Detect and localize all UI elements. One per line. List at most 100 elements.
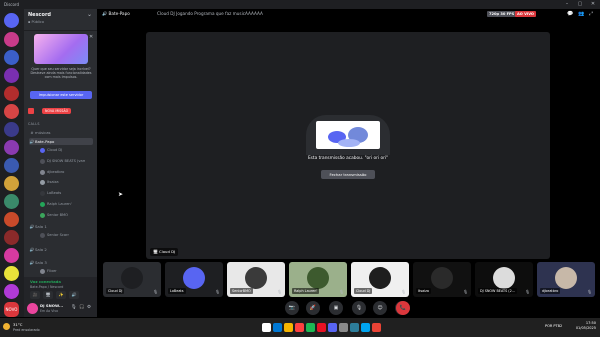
- activity-button[interactable]: 🚀: [306, 301, 320, 315]
- gear-icon[interactable]: ⚙: [87, 305, 91, 310]
- voice-user[interactable]: Senior BMO: [40, 212, 92, 219]
- taskbar-app-icon[interactable]: [317, 323, 326, 332]
- members-icon[interactable]: 👥: [578, 11, 584, 17]
- server-icon[interactable]: [4, 32, 19, 47]
- server-icon[interactable]: [4, 158, 19, 173]
- maximize-button[interactable]: ▢: [575, 1, 585, 8]
- new-server-badge[interactable]: NOVO: [4, 302, 19, 317]
- voice-user[interactable]: Flixer: [40, 268, 92, 275]
- taskbar-app-icon[interactable]: [262, 323, 271, 332]
- microphone-icon[interactable]: 🎙: [71, 305, 77, 310]
- weather-widget[interactable]: 31°C Pred ensolarado: [3, 321, 53, 334]
- event-row[interactable]: NOVA MISSÃO: [28, 107, 94, 115]
- server-icon[interactable]: [4, 176, 19, 191]
- voice-user[interactable]: DJ SNOW BEATS (vamos...: [40, 158, 92, 165]
- taskbar-app-icon[interactable]: [273, 323, 282, 332]
- stream-ended-message: Esta transmissão acabou. "ori ori ori": [307, 156, 389, 161]
- taskbar-app-icon[interactable]: [328, 323, 337, 332]
- channel-sala-3[interactable]: 🔊Sala 3: [29, 259, 93, 266]
- voice-user[interactable]: Ralph Lauren': [40, 201, 92, 208]
- server-icon[interactable]: [4, 248, 19, 263]
- camera-button[interactable]: 📷: [285, 301, 299, 315]
- app-name: Discord: [4, 2, 20, 7]
- voice-user-name: LoBeats: [47, 191, 62, 196]
- participant-tile[interactable]: DJ SNOW BEATS (2... 🎙: [475, 262, 533, 297]
- disconnect-button[interactable]: 📞: [396, 301, 410, 315]
- voice-status[interactable]: Voz conectada: [30, 279, 61, 284]
- video-icon[interactable]: 🎥: [30, 291, 40, 299]
- voice-connection-panel: Voz conectada Bate-Papo / Nescord 🎥 🖥 ✨ …: [24, 277, 97, 301]
- microphone-icon: 🎙: [339, 289, 344, 294]
- server-icon[interactable]: [4, 86, 19, 101]
- server-icon[interactable]: [4, 50, 19, 65]
- fullscreen-icon[interactable]: ⤢: [589, 11, 593, 17]
- taskbar-app-icon[interactable]: [306, 323, 315, 332]
- channel-bate-papo[interactable]: 🔊Bate-Papo: [29, 138, 93, 145]
- channel-sala-2[interactable]: 🔊Sala 2: [29, 246, 93, 253]
- voice-location[interactable]: Bate-Papo / Nescord: [30, 285, 63, 289]
- channel-musicas[interactable]: #músicas: [29, 129, 93, 136]
- participant-name: Itsaiza: [416, 288, 431, 294]
- voice-user[interactable]: Itsaiza: [40, 179, 92, 186]
- taskbar-app-icon[interactable]: [372, 323, 381, 332]
- guild-header[interactable]: Nescord ⌄ ▪ Público: [24, 9, 97, 31]
- server-icon[interactable]: [4, 212, 19, 227]
- boost-button[interactable]: Impulsionar este servidor: [30, 91, 92, 99]
- taskbar-app-icon[interactable]: [339, 323, 348, 332]
- user-status: Em Ao Vivo: [40, 309, 59, 313]
- participant-tile[interactable]: Cloud DJ 🎙: [103, 262, 161, 297]
- participant-tile[interactable]: SeniorBMO 🎙: [227, 262, 285, 297]
- channel-sala-1[interactable]: 🔊Sala 1: [29, 223, 93, 230]
- participant-tile[interactable]: LoBeats 🎙: [165, 262, 223, 297]
- clock[interactable]: 17:50 01/05/2025: [572, 321, 596, 331]
- server-icon[interactable]: [4, 140, 19, 155]
- voice-user-name: Ralph Lauren': [47, 202, 72, 206]
- channel-label: músicas: [35, 130, 51, 135]
- taskbar-app-icon[interactable]: [350, 323, 359, 332]
- user-name[interactable]: DJ SNOW...: [40, 303, 63, 308]
- avatar[interactable]: [27, 303, 38, 314]
- taskbar-app-icon[interactable]: [284, 323, 293, 332]
- chevron-down-icon[interactable]: ⌄: [87, 11, 92, 18]
- server-icon[interactable]: [4, 104, 19, 119]
- close-button[interactable]: ✕: [588, 1, 598, 8]
- microphone-icon: 🎙: [401, 289, 406, 294]
- participant-name: djbeatbro: [540, 288, 561, 294]
- participant-tile[interactable]: Cloud DJ 🎙: [351, 262, 409, 297]
- voice-user[interactable]: LoBeats: [40, 190, 92, 197]
- guild-name: Nescord: [28, 12, 51, 18]
- server-icon[interactable]: [4, 68, 19, 83]
- screen-share-button[interactable]: ▣: [329, 301, 343, 315]
- close-stream-button[interactable]: Fechar transmissão: [321, 170, 375, 179]
- voice-user[interactable]: djbeatbro: [40, 169, 92, 176]
- home-icon[interactable]: [4, 13, 19, 28]
- chat-icon[interactable]: 💬: [567, 11, 573, 17]
- participant-tile[interactable]: Itsaiza 🎙: [413, 262, 471, 297]
- emoji-button[interactable]: 😊: [373, 301, 387, 315]
- taskbar-app-icon[interactable]: [295, 323, 304, 332]
- server-icon[interactable]: [4, 122, 19, 137]
- close-icon[interactable]: ✕: [89, 34, 93, 40]
- guild-subtitle: ▪ Público: [28, 20, 44, 24]
- server-icon[interactable]: [4, 284, 19, 299]
- screen-share-icon[interactable]: 🖥: [43, 291, 53, 299]
- headphones-icon[interactable]: 🎧: [79, 305, 85, 310]
- call-top-bar: 🔊 Bate-Papo Cloud DJ Jogando Programa qu…: [97, 9, 600, 21]
- voice-user[interactable]: Senior Scarr: [40, 232, 92, 239]
- voice-user[interactable]: Cloud DJ: [40, 147, 92, 154]
- activity-icon[interactable]: ✨: [56, 291, 66, 299]
- server-icon[interactable]: [4, 194, 19, 209]
- avatar: [40, 202, 45, 207]
- category-calls[interactable]: CALLS: [28, 122, 40, 126]
- minimize-button[interactable]: –: [562, 1, 572, 8]
- participant-name: Cloud DJ: [106, 288, 125, 294]
- server-icon[interactable]: [4, 230, 19, 245]
- taskbar-app-icon[interactable]: [361, 323, 370, 332]
- server-icon[interactable]: [4, 266, 19, 281]
- channel-label: Bate-Papo: [35, 139, 55, 144]
- participant-tile[interactable]: Ralph Lauren' 🎙: [289, 262, 347, 297]
- participant-tile[interactable]: djbeatbro 🎙: [537, 262, 595, 297]
- soundboard-icon[interactable]: 🔊: [69, 291, 79, 299]
- microphone-button[interactable]: 🎙: [352, 301, 366, 315]
- language-indicator[interactable]: POR PTB2: [545, 324, 562, 328]
